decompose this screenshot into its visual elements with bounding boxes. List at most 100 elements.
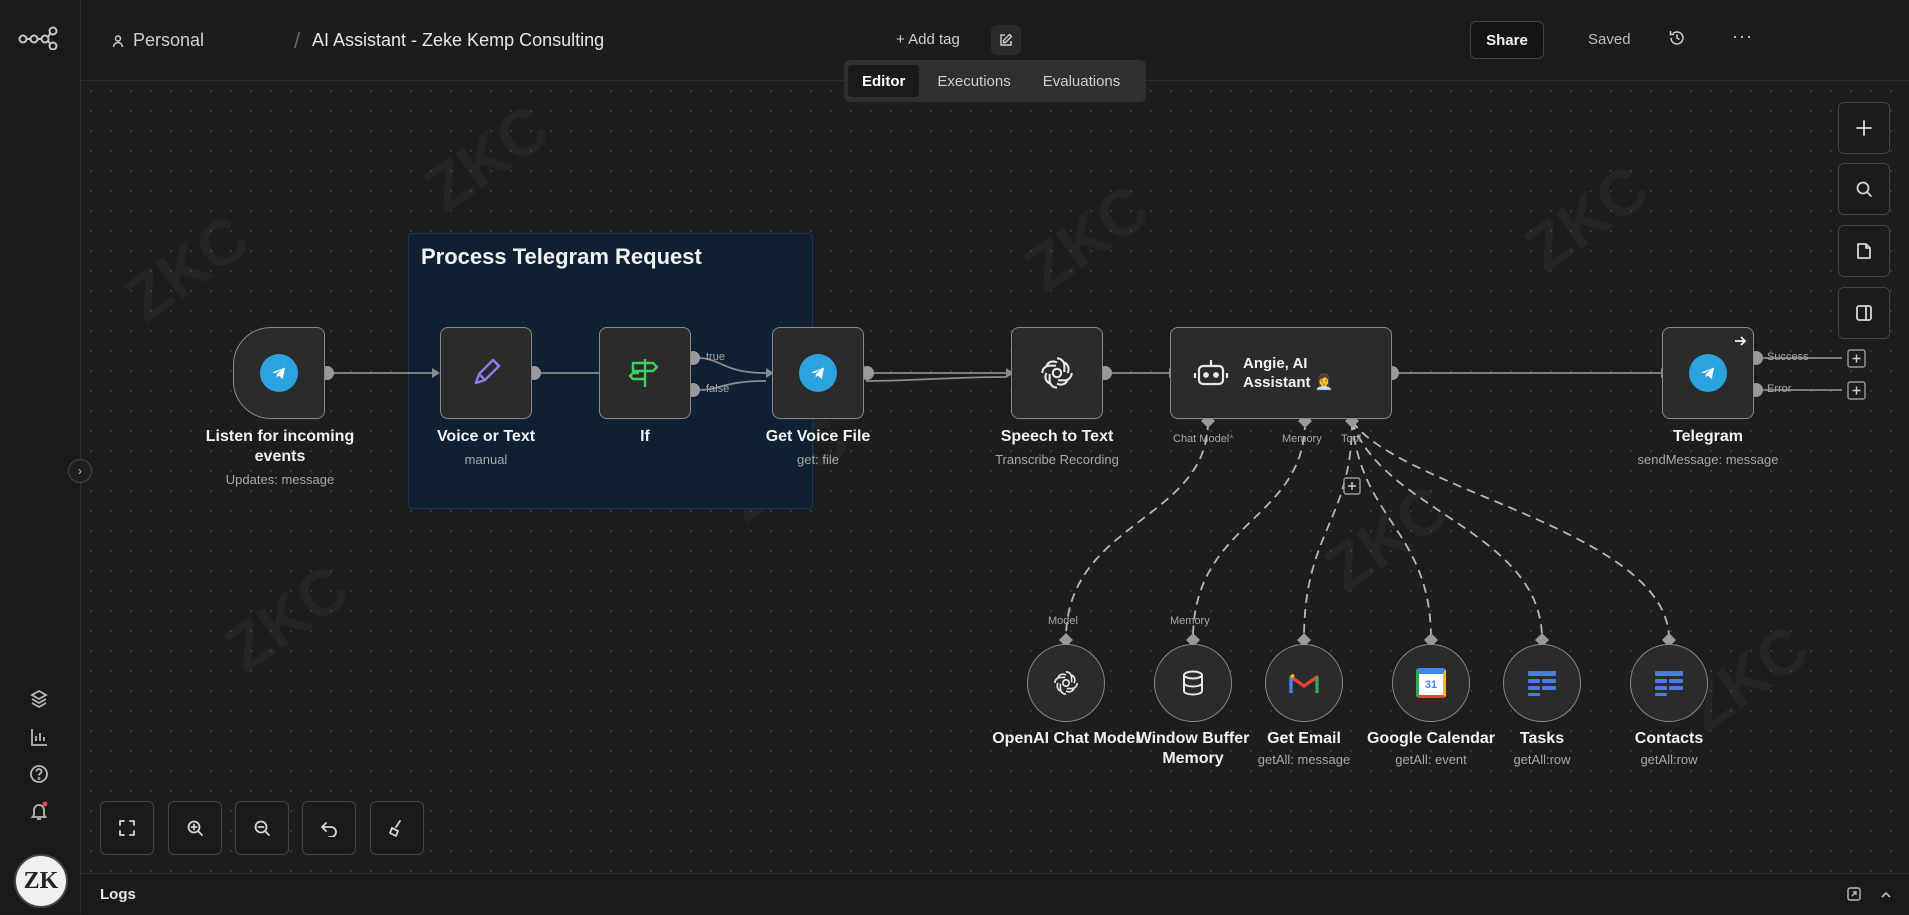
node-subtitle: Transcribe Recording: [995, 452, 1119, 467]
edit-icon: [1000, 33, 1013, 46]
add-tag-button[interactable]: + Add tag: [896, 31, 960, 48]
telegram-trigger-node[interactable]: [233, 327, 325, 419]
node-label: Telegram: [1673, 428, 1743, 445]
ai-agent-node[interactable]: Angie, AI Assistant 👩‍💼: [1170, 327, 1392, 419]
node-subtitle: manual: [464, 452, 508, 467]
workspace-name[interactable]: Personal: [133, 30, 204, 51]
openai-chat-model-node[interactable]: [1027, 644, 1105, 722]
user-icon: [112, 34, 124, 47]
node-subtitle: getAll:row: [1640, 752, 1698, 767]
tab-editor[interactable]: Editor: [848, 65, 920, 97]
window-buffer-memory-node[interactable]: [1154, 644, 1232, 722]
port-label-memory: Memory: [1282, 433, 1322, 445]
popout-icon[interactable]: [1846, 886, 1862, 902]
node-subtitle: get: file: [797, 452, 839, 467]
node-label: Voice or Text: [436, 428, 536, 445]
node-label: Listen for incoming events: [205, 428, 355, 465]
search-nodes-button[interactable]: [1838, 163, 1890, 215]
insights-icon[interactable]: [26, 724, 52, 750]
toggle-panel-button[interactable]: [1838, 287, 1890, 339]
zoom-in-button[interactable]: [168, 801, 222, 855]
saved-status: Saved: [1588, 31, 1631, 48]
breadcrumb[interactable]: Personal: [111, 30, 204, 51]
tab-evaluations[interactable]: Evaluations: [1029, 65, 1135, 97]
help-icon[interactable]: [26, 761, 52, 787]
port-label-false: false: [706, 383, 730, 395]
table-rows-icon: [1655, 671, 1683, 696]
telegram-send-node[interactable]: [1662, 327, 1754, 419]
google-calendar-node[interactable]: 31: [1392, 644, 1470, 722]
port-label-tool: Tool: [1341, 433, 1362, 445]
undo-button[interactable]: [302, 801, 356, 855]
fit-view-button[interactable]: [100, 801, 154, 855]
openai-icon: [1054, 671, 1078, 695]
agent-title: Angie, AI Assistant 👩‍💼: [1243, 355, 1334, 391]
sidebar-collapse-toggle[interactable]: ›: [68, 459, 92, 483]
sticky-note-icon: [1857, 243, 1871, 259]
tidy-up-button[interactable]: [370, 801, 424, 855]
openai-icon: [1041, 357, 1073, 389]
arrow-right-icon: [1735, 336, 1747, 346]
port-label-true: true: [706, 351, 725, 363]
undo-icon: [321, 822, 337, 837]
port-label-chat-model: Chat Model*: [1173, 433, 1234, 445]
zoom-in-icon: [187, 820, 203, 836]
telegram-icon: [260, 354, 298, 392]
pencil-icon: [474, 358, 501, 385]
contacts-node[interactable]: [1630, 644, 1708, 722]
notifications-bell-icon[interactable]: [26, 798, 52, 824]
node-label: Speech to Text: [1000, 428, 1114, 445]
zoom-out-icon: [254, 820, 270, 836]
share-button[interactable]: Share: [1470, 21, 1544, 59]
get-voice-file-node[interactable]: [772, 327, 864, 419]
left-sidebar: ZK: [0, 0, 81, 914]
logs-panel[interactable]: Logs: [81, 873, 1909, 915]
node-subtitle: sendMessage: message: [1637, 452, 1779, 467]
if-node[interactable]: [599, 327, 691, 419]
port-label-model: Model: [1048, 615, 1078, 627]
tasks-node[interactable]: [1503, 644, 1581, 722]
node-subtitle: Updates: message: [225, 472, 335, 487]
view-tabs: Editor Executions Evaluations: [844, 60, 1146, 102]
port-label-chat-model-text: Chat Model: [1173, 433, 1230, 445]
voice-or-text-node[interactable]: [440, 327, 532, 419]
table-rows-icon: [1528, 671, 1556, 696]
get-email-node[interactable]: [1265, 644, 1343, 722]
telegram-icon: [799, 354, 837, 392]
broom-icon: [389, 820, 401, 837]
gmail-icon: [1289, 673, 1319, 693]
zoom-out-button[interactable]: [235, 801, 289, 855]
plus-icon: [1856, 120, 1872, 136]
templates-icon[interactable]: [26, 686, 52, 712]
robot-icon: [1193, 360, 1229, 386]
workflow-canvas[interactable]: ZKC ZKC ZKC ZKC ZKC ZKC ZKC ZKC Process …: [81, 81, 1909, 873]
user-avatar[interactable]: ZK: [14, 854, 68, 908]
fullscreen-icon: [119, 820, 135, 836]
edit-description-button[interactable]: [991, 25, 1021, 55]
panel-icon: [1856, 305, 1872, 321]
add-node-button[interactable]: [1838, 102, 1890, 154]
breadcrumb-separator: /: [294, 28, 301, 53]
node-label: Get Voice File: [765, 428, 871, 445]
chevron-right-icon: ›: [78, 464, 82, 478]
node-label: If: [640, 428, 650, 445]
port-label-error: Error: [1767, 383, 1792, 395]
speech-to-text-node[interactable]: [1011, 327, 1103, 419]
more-options-icon[interactable]: ···: [1732, 26, 1753, 47]
logs-label: Logs: [100, 886, 136, 903]
telegram-icon: [1689, 354, 1727, 392]
port-label-success: Success: [1767, 351, 1809, 363]
tab-executions[interactable]: Executions: [923, 65, 1024, 97]
add-sticky-button[interactable]: [1838, 225, 1890, 277]
port-label-memory-sub: Memory: [1170, 615, 1210, 627]
node-label: Contacts: [1634, 730, 1704, 747]
database-icon: [1183, 670, 1203, 696]
workflow-title[interactable]: AI Assistant - Zeke Kemp Consulting: [312, 30, 604, 51]
search-icon: [1856, 181, 1872, 197]
signpost-icon: [628, 359, 659, 387]
chevron-up-icon[interactable]: [1879, 888, 1893, 902]
required-marker: *: [1229, 433, 1234, 445]
n8n-logo-icon[interactable]: [18, 24, 58, 55]
google-calendar-icon: 31: [1416, 668, 1446, 698]
history-icon[interactable]: [1668, 29, 1686, 52]
